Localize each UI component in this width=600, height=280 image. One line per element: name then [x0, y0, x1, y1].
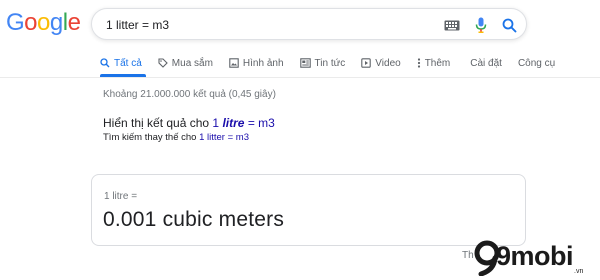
- search-tabs: Tất cả Mua sắm Hình ảnh Tin tức Video Th…: [100, 53, 571, 77]
- tab-label: Cài đặt: [470, 57, 502, 69]
- news-icon: [299, 58, 311, 68]
- tabs-divider: [0, 77, 600, 78]
- image-icon: [229, 58, 239, 68]
- more-vert-icon: [417, 58, 420, 68]
- logo-letter: o: [37, 9, 50, 36]
- google-logo[interactable]: Google: [6, 6, 81, 40]
- corrected-query-link[interactable]: 1 litre = m3: [212, 116, 274, 130]
- logo-letter: o: [24, 9, 38, 36]
- search-input[interactable]: [106, 15, 406, 35]
- tab-settings[interactable]: Cài đặt: [470, 53, 502, 73]
- logo-letter: e: [67, 9, 81, 36]
- tab-label: Hình ảnh: [242, 57, 284, 69]
- tab-video[interactable]: Video: [361, 53, 401, 73]
- microphone-icon[interactable]: [471, 15, 491, 35]
- tab-label: Mua sắm: [171, 57, 213, 69]
- tab-label: Video: [375, 57, 401, 69]
- original-query-link[interactable]: 1 litter = m3: [199, 132, 249, 143]
- tab-images[interactable]: Hình ảnh: [229, 53, 284, 73]
- conversion-result: 0.001 cubic meters: [103, 208, 285, 231]
- search-instead: Tìm kiếm thay thế cho 1 litter = m3: [103, 132, 249, 143]
- logo-letter: G: [6, 9, 25, 36]
- play-icon: [361, 58, 372, 68]
- showing-prefix: Hiển thị kết quả cho: [103, 116, 210, 130]
- corrected-word: litre: [222, 116, 245, 130]
- watermark: Th 9mobi .vn: [462, 238, 600, 280]
- tab-tools[interactable]: Công cụ: [518, 53, 555, 73]
- tab-news[interactable]: Tin tức: [299, 53, 346, 73]
- tab-label: Công cụ: [517, 57, 556, 69]
- tab-label: Tin tức: [314, 57, 346, 69]
- watermark-domain: .vn: [574, 268, 584, 275]
- logo-letter: g: [49, 9, 63, 36]
- conversion-input: 1 litre =: [104, 191, 138, 202]
- tab-more[interactable]: Thêm: [417, 53, 451, 73]
- watermark-text: 9mobi: [496, 241, 574, 271]
- tab-shopping[interactable]: Mua sắm: [158, 53, 213, 73]
- keyboard-icon[interactable]: [442, 15, 462, 35]
- corrected-rest: = m3: [247, 116, 275, 130]
- search-icon: [100, 58, 110, 68]
- search-icon[interactable]: [499, 15, 519, 35]
- tab-label: Thêm: [424, 57, 451, 69]
- search-box[interactable]: [91, 8, 527, 40]
- result-stats: Khoảng 21.000.000 kết quả (0,45 giây): [103, 89, 276, 100]
- instead-prefix: Tìm kiếm thay thế cho: [103, 132, 197, 143]
- tab-label: Tất cả: [114, 57, 142, 69]
- spelling-correction: Hiển thị kết quả cho 1 litre = m3: [103, 116, 275, 130]
- unit-converter-card: 1 litre = 0.001 cubic meters: [91, 174, 526, 246]
- tag-icon: [158, 58, 168, 68]
- corrected-number: 1: [212, 116, 220, 130]
- tab-all[interactable]: Tất cả: [100, 53, 142, 73]
